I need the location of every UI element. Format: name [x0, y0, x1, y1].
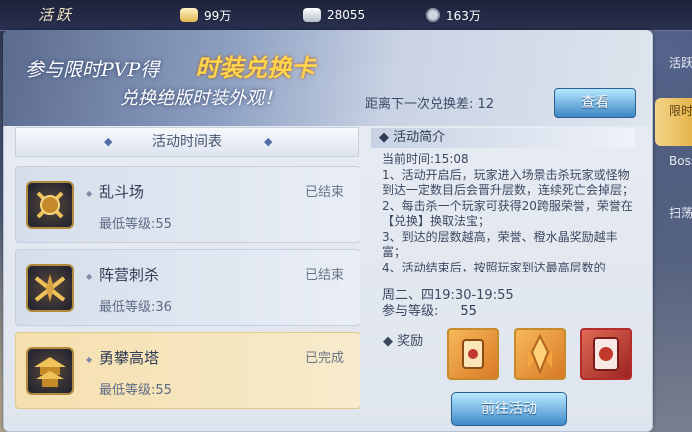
intro-text[interactable]: 当前时间:15:08 1、活动开启后，玩家进入场景击杀玩家或怪物到达一定数目后会…	[382, 152, 634, 272]
join-level: 参与等级: 55	[382, 300, 477, 319]
view-button[interactable]: 查看	[554, 88, 636, 118]
reward-label: ◆ 奖励	[383, 330, 423, 349]
activity-status: 已结束	[304, 185, 344, 200]
tab-boss[interactable]: Boss	[655, 150, 692, 198]
go-to-activity-button[interactable]: 前往活动	[451, 392, 567, 426]
top-bar: 活跃 99万 28055 163万	[0, 0, 692, 31]
diamond-icon: ◆	[264, 135, 273, 148]
intro-title: 活动简介	[393, 130, 446, 145]
join-level-value: 55	[460, 304, 477, 319]
crossed-blades-icon	[26, 264, 74, 312]
crossed-swords-shield-icon	[26, 181, 74, 229]
join-label: 参与等级:	[382, 304, 439, 319]
diamond-icon: ◆	[383, 334, 398, 349]
banner-line2: 兑换绝版时装外观！	[120, 88, 282, 109]
window-title: 活跃	[38, 6, 75, 24]
resource-silver: 28055	[303, 6, 365, 24]
gold-ingot-icon	[180, 8, 198, 22]
resource-coin: 163万	[426, 6, 481, 24]
silver-ingot-icon	[303, 8, 321, 22]
coin-value: 163万	[446, 8, 481, 23]
activity-level: 最低等级:55	[99, 383, 172, 398]
activity-name: 阵营刺杀	[99, 266, 160, 284]
tower-icon	[26, 347, 74, 395]
intro-description: 1、活动开启后，玩家进入场景击杀玩家或怪物到达一定数目后会晋升层数，连续死亡会掉…	[382, 167, 634, 273]
diamond-icon: ◆	[86, 189, 93, 198]
schedule-header: ◆ 活动时间表 ◆	[15, 127, 359, 157]
next-exchange-text: 距离下一次兑换差: 12	[365, 97, 495, 112]
tab-limited[interactable]: 限时	[655, 98, 692, 146]
diamond-icon: ◆	[379, 130, 394, 145]
activity-level: 最低等级:36	[99, 300, 172, 315]
scroll-item-icon[interactable]	[447, 328, 499, 380]
list-item-selected[interactable]: ◆ 勇攀高塔 最低等级:55 已完成	[15, 332, 360, 409]
activity-status: 已结束	[304, 268, 344, 283]
schedule-title: 活动时间表	[152, 134, 222, 150]
diamond-icon: ◆	[86, 272, 93, 281]
crystal-item-icon[interactable]	[514, 328, 566, 380]
tab-sweep[interactable]: 扫荡	[655, 200, 692, 248]
activity-name: 乱斗场	[99, 183, 145, 201]
tab-active[interactable]: 活跃	[655, 50, 692, 98]
list-item[interactable]: ◆ 乱斗场 最低等级:55 已结束	[15, 166, 360, 243]
current-time: 当前时间:15:08	[382, 152, 469, 166]
reward-title: 奖励	[397, 334, 424, 349]
card-item-icon[interactable]	[580, 328, 632, 380]
banner-line1: 参与限时PVP得	[25, 59, 160, 81]
activity-level: 最低等级:55	[99, 217, 172, 232]
coin-icon	[426, 8, 440, 22]
diamond-icon: ◆	[104, 135, 113, 148]
diamond-icon: ◆	[86, 355, 93, 364]
resource-gold: 99万	[180, 6, 231, 24]
silver-value: 28055	[327, 8, 366, 22]
activity-name: 勇攀高塔	[99, 349, 160, 367]
banner-highlight: 时装兑换卡	[195, 53, 316, 82]
intro-header: ◆ 活动简介	[371, 128, 635, 148]
activity-status: 已完成	[304, 351, 344, 366]
list-item[interactable]: ◆ 阵营刺杀 最低等级:36 已结束	[15, 249, 360, 326]
gold-value: 99万	[204, 8, 232, 23]
schedule-list: ◆ 乱斗场 最低等级:55 已结束 ◆ 阵营刺杀 最低等级:36 已结束 ◆ 勇…	[15, 163, 360, 423]
